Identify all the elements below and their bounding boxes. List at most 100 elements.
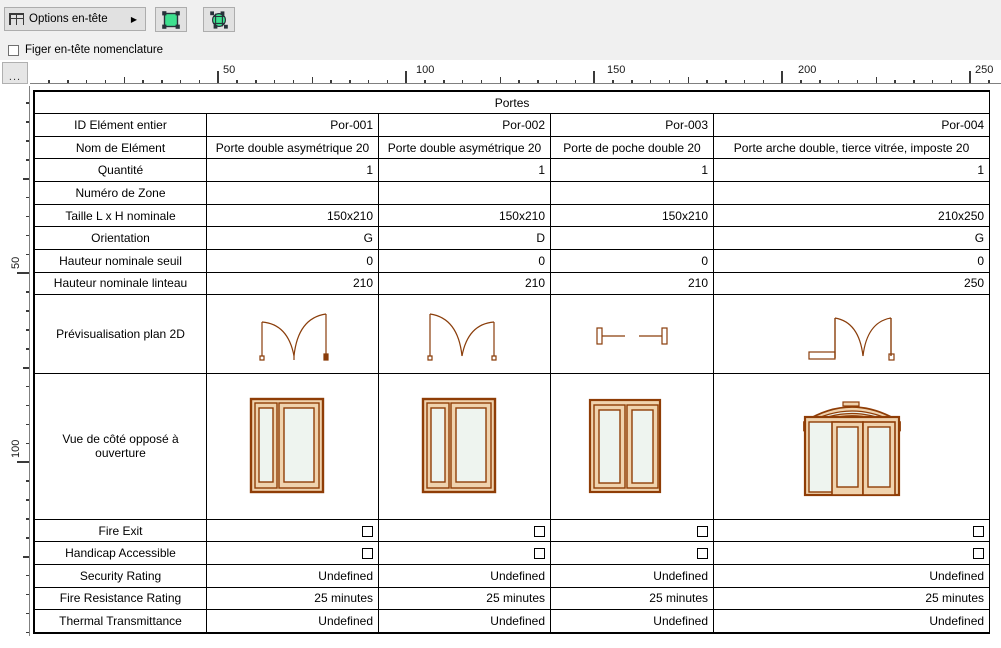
cell-footer-5-3[interactable]: Undefined [550,609,714,633]
cell-footer-3-4[interactable]: Undefined [712,563,991,588]
cell-1-3[interactable]: Por-003 [550,113,714,137]
cell-8-2[interactable]: 210 [378,271,551,296]
row-label: Taille L x H nominale [34,203,207,228]
cell-6-4[interactable]: G [712,226,991,250]
ruler-corner-button[interactable]: ... [2,62,28,84]
ruler-tick [837,80,840,83]
cell-1-2[interactable]: Por-002 [378,113,551,137]
cell-checkbox-2-1[interactable] [206,541,379,565]
cell-3-3[interactable]: 1 [550,158,714,183]
table-row: ID Elément entier Por-001 Por-002 Por-003 Po… [34,113,991,137]
ruler-tick [26,121,29,123]
cell-4-3[interactable] [550,181,714,205]
cell-2-4[interactable]: Porte arche double, tierce vitrée, impos… [712,135,991,160]
ruler-tick [198,80,201,83]
cell-graphic-4[interactable] [712,372,991,520]
header-options-label: Options en-tête [29,13,108,25]
ruler-tick [26,329,29,331]
checkbox[interactable] [362,548,373,560]
door-elevation-symbol-arch [802,401,901,497]
cell-footer-5-2[interactable]: Undefined [378,609,551,633]
cell-2-3[interactable]: Porte de poche double 20 [550,135,714,160]
cell-checkbox-1-1[interactable] [206,518,379,543]
checkbox[interactable] [362,525,373,537]
cell-4-1[interactable] [206,181,379,205]
cell-6-3[interactable] [550,226,714,250]
checkbox[interactable] [697,548,708,560]
ruler-tick [26,574,29,577]
ruler-label: 150 [607,64,626,76]
checkbox[interactable] [534,548,545,560]
row-label: Thermal Transmittance [34,609,207,633]
cell-footer-5-1[interactable]: Undefined [206,609,379,633]
cell-6-1[interactable]: G [206,226,379,250]
horizontal-ruler[interactable]: 50 100 150 200 250 [30,62,1001,84]
cell-footer-4-3[interactable]: 25 minutes [550,586,714,611]
cell-3-1[interactable]: 1 [206,158,379,183]
cell-3-4[interactable]: 1 [712,158,991,183]
cell-footer-3-2[interactable]: Undefined [378,563,551,588]
cell-1-1[interactable]: Por-001 [206,113,379,137]
view-2d-button[interactable] [155,7,187,32]
ruler-tick [26,102,29,104]
cell-checkbox-1-2[interactable] [378,518,551,543]
cell-7-3[interactable]: 0 [550,248,714,273]
checkbox[interactable] [534,525,545,537]
cell-5-1[interactable]: 150x210 [206,203,379,228]
cell-8-1[interactable]: 210 [206,271,379,296]
ruler-tick [574,80,577,83]
cell-graphic-2[interactable] [378,294,551,374]
cell-5-3[interactable]: 150x210 [550,203,714,228]
cell-checkbox-2-2[interactable] [378,541,551,565]
ruler-tick [26,537,29,539]
cell-footer-4-4[interactable]: 25 minutes [712,586,991,611]
ruler-tick [26,631,29,634]
cell-graphic-2[interactable] [378,372,551,520]
cell-footer-5-4[interactable]: Undefined [712,609,991,633]
cell-footer-3-3[interactable]: Undefined [550,563,714,588]
cell-5-2[interactable]: 150x210 [378,203,551,228]
cell-7-4[interactable]: 0 [712,248,991,273]
cell-5-4[interactable]: 210x250 [712,203,991,228]
cell-6-2[interactable]: D [378,226,551,250]
cell-4-2[interactable] [378,181,551,205]
cell-2-2[interactable]: Porte double asymétrique 20 [378,135,551,160]
cell-graphic-1[interactable] [206,294,379,374]
cell-footer-4-1[interactable]: 25 minutes [206,586,379,611]
cell-2-1[interactable]: Porte double asymétrique 20 [206,135,379,160]
view-3d-button[interactable] [203,7,235,32]
cell-graphic-1[interactable] [206,372,379,520]
cell-8-3[interactable]: 210 [550,271,714,296]
checkbox[interactable] [973,548,985,560]
cell-checkbox-2-3[interactable] [550,541,714,565]
cell-checkbox-1-3[interactable] [550,518,714,543]
cell-footer-3-1[interactable]: Undefined [206,563,379,588]
ruler-tick [26,140,29,142]
ruler-tick [26,310,29,312]
cell-4-4[interactable] [712,181,991,205]
row-label: Handicap Accessible [34,541,207,565]
cell-8-4[interactable]: 250 [712,271,991,296]
ruler-tick [236,80,238,83]
freeze-header-checkbox[interactable] [8,44,19,56]
freeze-header-row: Figer en-tête nomenclature [0,40,1001,60]
cell-graphic-4[interactable] [712,294,991,374]
cell-graphic-3[interactable] [550,294,714,374]
cell-1-4[interactable]: Por-004 [712,113,991,137]
checkbox[interactable] [973,525,985,537]
vertical-ruler[interactable]: 50 100 [8,86,30,648]
cell-7-1[interactable]: 0 [206,248,379,273]
cell-graphic-3[interactable] [550,372,714,520]
header-options-button[interactable]: Options en-tête ▶ [4,7,146,31]
ruler-tick [800,80,802,83]
ruler-tick [743,80,746,83]
ruler-tick [988,80,990,83]
ruler-tick [26,404,29,407]
schedule-table: Portes ID Elément entier Por-001 Por-002 Por… [33,90,991,633]
cell-footer-4-2[interactable]: 25 minutes [378,586,551,611]
cell-checkbox-2-4[interactable] [712,541,991,565]
cell-3-2[interactable]: 1 [378,158,551,183]
checkbox[interactable] [697,525,708,537]
cell-checkbox-1-4[interactable] [712,518,991,543]
cell-7-2[interactable]: 0 [378,248,551,273]
